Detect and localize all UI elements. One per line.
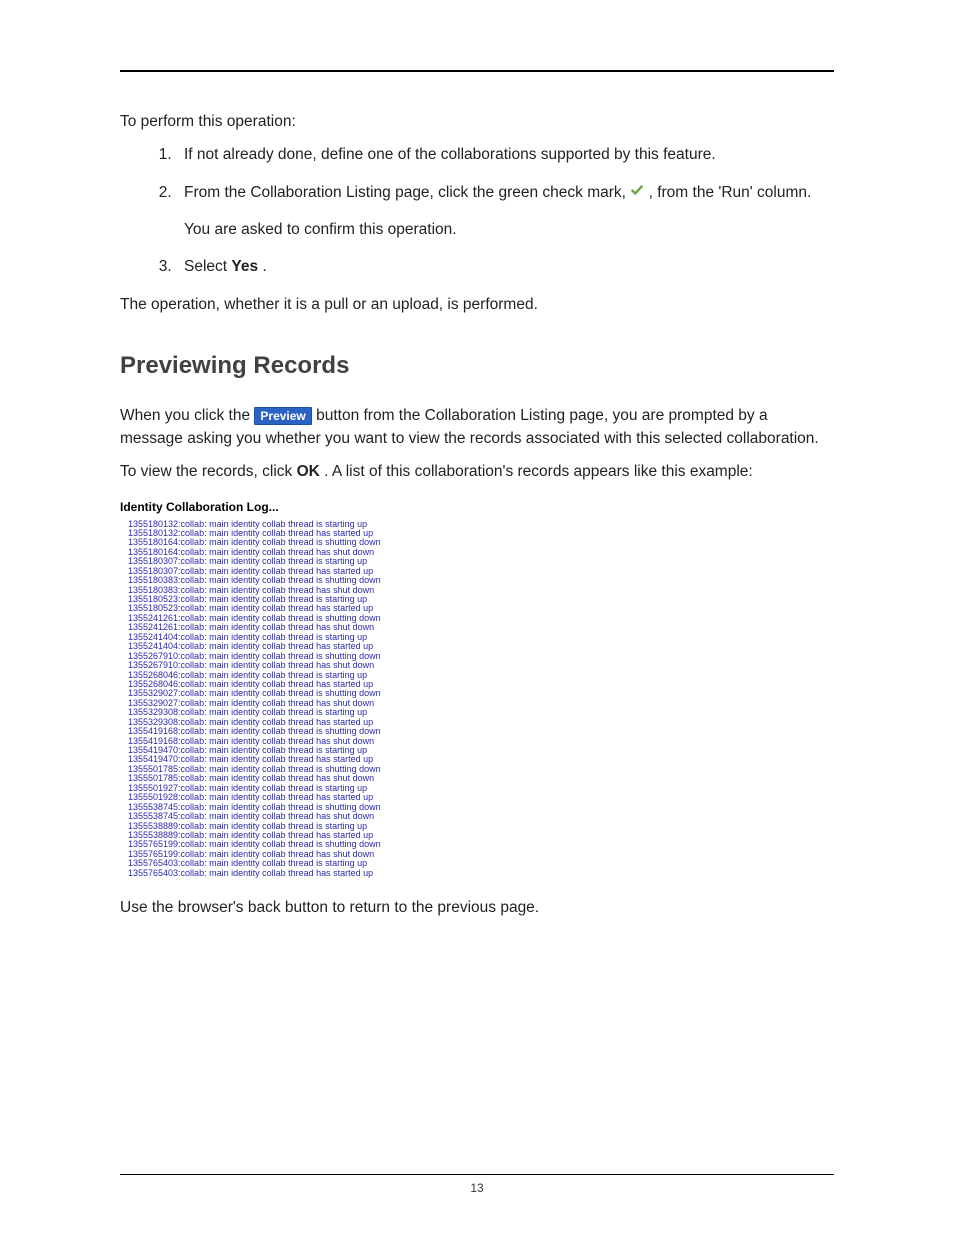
step-3-text-c: . (262, 258, 266, 275)
section-heading-previewing-records: Previewing Records (120, 348, 834, 384)
step-2-subtext: You are asked to confirm this operation. (184, 218, 834, 241)
step-2: From the Collaboration Listing page, cli… (176, 181, 834, 242)
p2-ok: OK (297, 463, 320, 480)
log-title: Identity Collaboration Log... (120, 498, 834, 516)
body-content: To perform this operation: If not alread… (120, 110, 834, 919)
step-3: Select Yes . (176, 255, 834, 278)
step-2-text-b: , from the 'Run' column. (649, 184, 812, 201)
after-log-paragraph: Use the browser's back button to return … (120, 896, 834, 919)
intro-paragraph: To perform this operation: (120, 110, 834, 133)
log-example-block: Identity Collaboration Log... 1355180132… (120, 498, 834, 879)
after-steps-paragraph: The operation, whether it is a pull or a… (120, 293, 834, 316)
step-1: If not already done, define one of the c… (176, 143, 834, 166)
page-number: 13 (120, 1181, 834, 1195)
bottom-horizontal-rule (120, 1174, 834, 1175)
preview-paragraph-2: To view the records, click OK . A list o… (120, 460, 834, 483)
preview-paragraph-1: When you click the Preview button from t… (120, 404, 834, 451)
page-footer: 13 (120, 1174, 834, 1195)
checkmark-icon (630, 181, 644, 204)
page-container: To perform this operation: If not alread… (0, 0, 954, 1235)
p2-text-a: To view the records, click (120, 463, 297, 480)
step-2-text-a: From the Collaboration Listing page, cli… (184, 184, 630, 201)
p2-text-c: . A list of this collaboration's records… (324, 463, 753, 480)
p1-text-a: When you click the (120, 407, 254, 424)
step-1-text: If not already done, define one of the c… (184, 146, 716, 163)
log-lines: 1355180132:collab: main identity collab … (120, 520, 834, 879)
step-3-text-a: Select (184, 258, 231, 275)
step-3-yes: Yes (231, 258, 258, 275)
steps-list: If not already done, define one of the c… (120, 143, 834, 278)
preview-button-inline: Preview (254, 407, 311, 425)
top-horizontal-rule (120, 70, 834, 72)
